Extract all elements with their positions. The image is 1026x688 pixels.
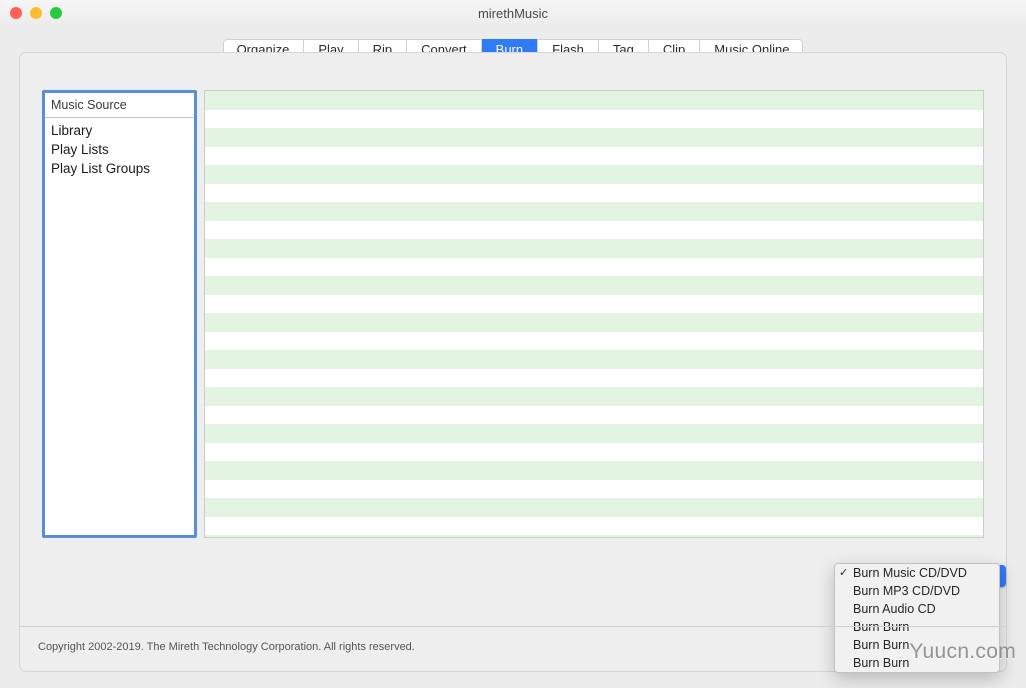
list-row[interactable] xyxy=(205,313,983,332)
list-row[interactable] xyxy=(205,350,983,369)
list-row[interactable] xyxy=(205,443,983,462)
list-row[interactable] xyxy=(205,165,983,184)
sidebar-header: Music Source xyxy=(45,93,194,118)
burn-menu-item-label: Burn Audio CD xyxy=(853,602,936,616)
track-list[interactable] xyxy=(204,90,984,538)
burn-menu-item-label: Burn Burn xyxy=(853,638,909,652)
burn-menu-item-label: Burn Music CD/DVD xyxy=(853,566,967,580)
sidebar-item-library[interactable]: Library xyxy=(51,121,188,140)
burn-menu-item-label: Burn Burn xyxy=(853,620,909,634)
list-row[interactable] xyxy=(205,424,983,443)
list-row[interactable] xyxy=(205,480,983,499)
list-row[interactable] xyxy=(205,535,983,538)
list-row[interactable] xyxy=(205,295,983,314)
list-row[interactable] xyxy=(205,332,983,351)
burn-menu-item[interactable]: ✓ Burn Music CD/DVD xyxy=(835,564,999,582)
list-row[interactable] xyxy=(205,202,983,221)
content-panel: Music Source LibraryPlay ListsPlay List … xyxy=(19,52,1007,672)
list-row[interactable] xyxy=(205,147,983,166)
burn-menu-item-label: Burn Burn xyxy=(853,656,909,670)
copyright-text: Copyright 2002-2019. The Mireth Technolo… xyxy=(38,641,415,653)
window-title: mirethMusic xyxy=(0,6,1026,21)
list-row[interactable] xyxy=(205,387,983,406)
list-row[interactable] xyxy=(205,276,983,295)
burn-menu-item-label: Burn MP3 CD/DVD xyxy=(853,584,960,598)
list-row[interactable] xyxy=(205,517,983,536)
traffic-lights xyxy=(10,7,62,19)
list-row[interactable] xyxy=(205,128,983,147)
list-row[interactable] xyxy=(205,184,983,203)
burn-menu-item[interactable]: Burn MP3 CD/DVD xyxy=(835,582,999,600)
list-row[interactable] xyxy=(205,239,983,258)
sidebar-item-play-list-groups[interactable]: Play List Groups xyxy=(51,159,188,178)
list-row[interactable] xyxy=(205,91,983,110)
list-row[interactable] xyxy=(205,461,983,480)
list-row[interactable] xyxy=(205,406,983,425)
divider xyxy=(20,626,1006,627)
list-row[interactable] xyxy=(205,369,983,388)
window-titlebar: mirethMusic xyxy=(0,0,1026,26)
list-row[interactable] xyxy=(205,498,983,517)
list-row[interactable] xyxy=(205,221,983,240)
list-row[interactable] xyxy=(205,258,983,277)
burn-menu-item[interactable]: Burn Audio CD xyxy=(835,600,999,618)
minimize-window-button[interactable] xyxy=(30,7,42,19)
music-source-sidebar: Music Source LibraryPlay ListsPlay List … xyxy=(42,90,197,538)
list-row[interactable] xyxy=(205,110,983,129)
watermark: Yuucn.com xyxy=(909,640,1016,664)
maximize-window-button[interactable] xyxy=(50,7,62,19)
close-window-button[interactable] xyxy=(10,7,22,19)
sidebar-item-play-lists[interactable]: Play Lists xyxy=(51,140,188,159)
burn-menu-item[interactable]: Burn Burn xyxy=(835,618,999,636)
checkmark-icon: ✓ xyxy=(839,565,848,581)
